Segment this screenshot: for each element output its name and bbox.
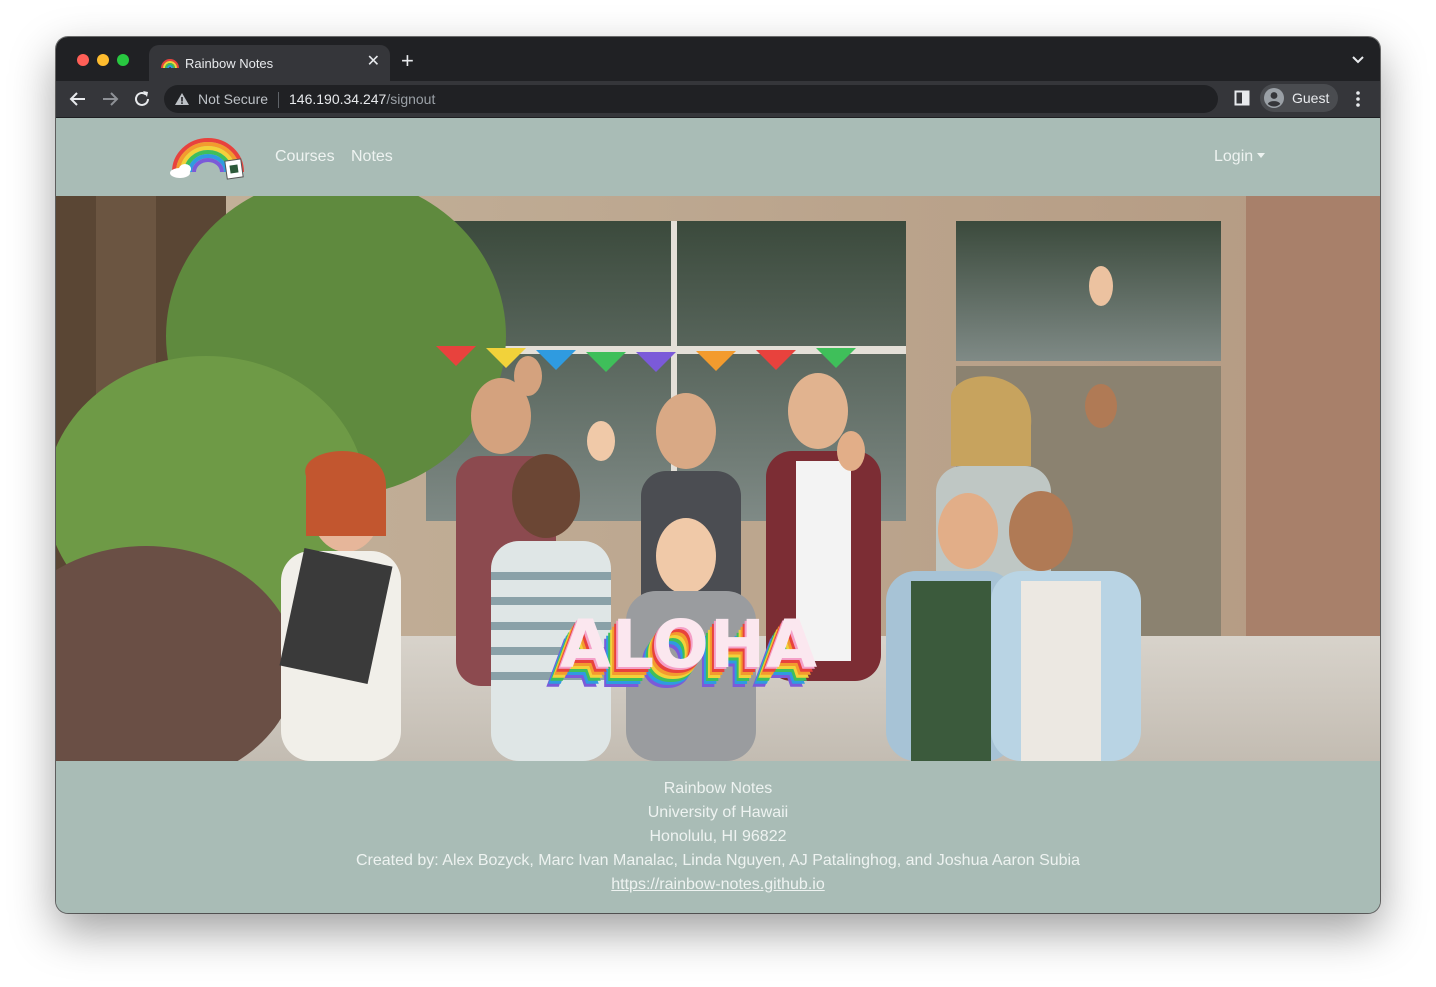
tab-search-chevron-icon[interactable] xyxy=(1350,51,1366,67)
address-divider xyxy=(278,92,279,108)
tab-strip: Rainbow Notes ✕ + xyxy=(56,37,1380,81)
url-path: /signout xyxy=(386,91,436,107)
new-tab-button[interactable]: + xyxy=(401,50,414,72)
hero-image: ALOHA ALOHA ALOHA ALOHA ALOHA ALOHA ALOH… xyxy=(56,196,1380,761)
aloha-text: ALOHA xyxy=(560,606,819,683)
profile-label: Guest xyxy=(1292,90,1330,106)
address-bar[interactable]: Not Secure 146.190.34.247/signout xyxy=(164,85,1218,113)
window-maximize-button[interactable] xyxy=(117,54,129,66)
window-close-button[interactable] xyxy=(77,54,89,66)
url-text[interactable]: 146.190.34.247/signout xyxy=(289,91,435,107)
tab-title: Rainbow Notes xyxy=(185,56,274,71)
browser-window: Rainbow Notes ✕ + Not Secure 146.190.34.… xyxy=(56,37,1380,913)
footer-github-link[interactable]: https://rainbow-notes.github.io xyxy=(611,876,824,893)
back-arrow-icon[interactable] xyxy=(67,88,89,110)
footer-site-name: Rainbow Notes xyxy=(663,780,773,797)
login-dropdown[interactable]: Login xyxy=(1214,148,1266,166)
reload-icon[interactable] xyxy=(131,88,153,110)
footer-university: University of Hawaii xyxy=(647,804,789,821)
url-host: 146.190.34.247 xyxy=(289,91,387,107)
nav-link-courses[interactable]: Courses xyxy=(275,148,335,166)
web-page: Courses Notes Login ALOHA ALOHA ALOHA AL… xyxy=(56,118,1380,913)
site-navbar: Courses Notes Login xyxy=(56,118,1380,196)
not-secure-label[interactable]: Not Secure xyxy=(198,91,268,107)
rainbow-logo-icon[interactable] xyxy=(168,132,248,180)
forward-arrow-icon[interactable] xyxy=(99,88,121,110)
window-minimize-button[interactable] xyxy=(97,54,109,66)
aloha-overlay-text: ALOHA ALOHA ALOHA ALOHA ALOHA ALOHA ALOH… xyxy=(546,606,854,706)
guest-avatar-icon xyxy=(1264,88,1284,108)
more-menu-icon[interactable] xyxy=(1350,90,1366,108)
login-label: Login xyxy=(1214,148,1254,165)
rainbow-favicon-icon xyxy=(161,59,179,69)
browser-tab[interactable]: Rainbow Notes ✕ xyxy=(149,45,390,81)
site-footer: Rainbow Notes University of Hawaii Honol… xyxy=(56,761,1380,913)
tab-close-icon[interactable]: ✕ xyxy=(367,52,380,72)
warning-triangle-icon xyxy=(175,93,189,105)
footer-credits: Created by: Alex Bozyck, Marc Ivan Manal… xyxy=(356,852,1080,869)
browser-toolbar: Not Secure 146.190.34.247/signout Guest xyxy=(56,81,1380,118)
side-panel-icon[interactable] xyxy=(1234,90,1250,106)
dropdown-caret-icon xyxy=(1257,152,1266,158)
footer-city: Honolulu, HI 96822 xyxy=(649,828,787,845)
footer-link-row: https://rainbow-notes.github.io xyxy=(56,873,1380,897)
profile-button[interactable]: Guest xyxy=(1260,84,1338,112)
nav-link-notes[interactable]: Notes xyxy=(351,148,393,166)
